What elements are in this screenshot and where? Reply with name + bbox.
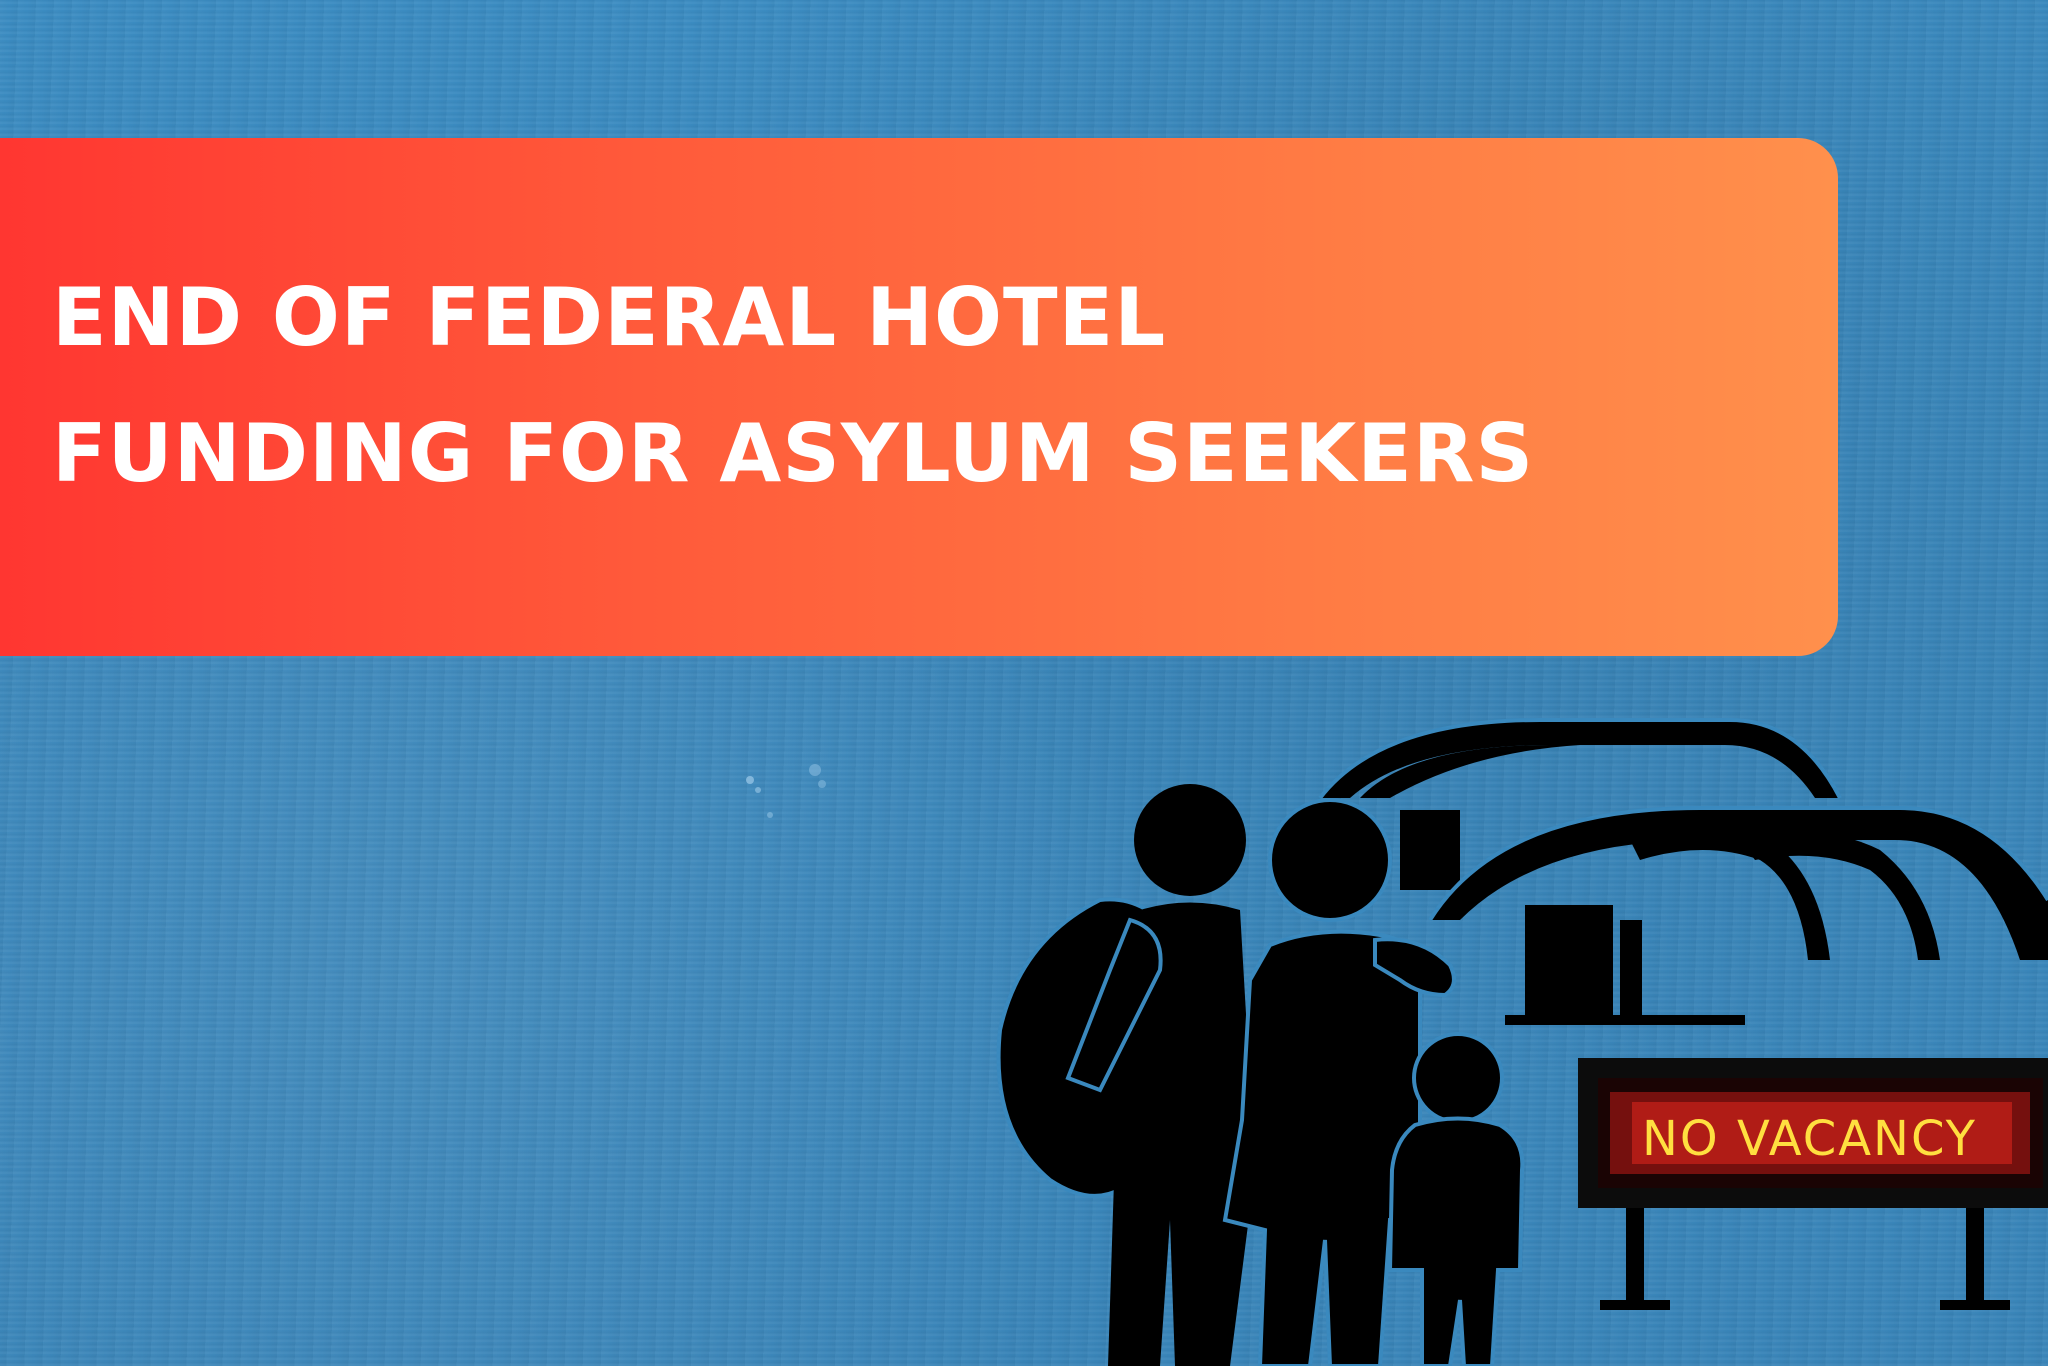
headline-line-1: END OF FEDERAL HOTEL xyxy=(52,271,1167,364)
headline-line-2: FUNDING FOR ASYLUM SEEKERS xyxy=(52,407,1535,500)
neon-sign-icon: NO VACANCY xyxy=(1578,1058,2048,1310)
title-banner: END OF FEDERAL HOTEL FUNDING FOR ASYLUM … xyxy=(0,138,1838,656)
adult-with-bag-icon xyxy=(996,784,1255,1366)
illustration: NO VACANCY xyxy=(996,718,2048,1366)
no-vacancy-text: NO VACANCY xyxy=(1642,1111,1977,1167)
